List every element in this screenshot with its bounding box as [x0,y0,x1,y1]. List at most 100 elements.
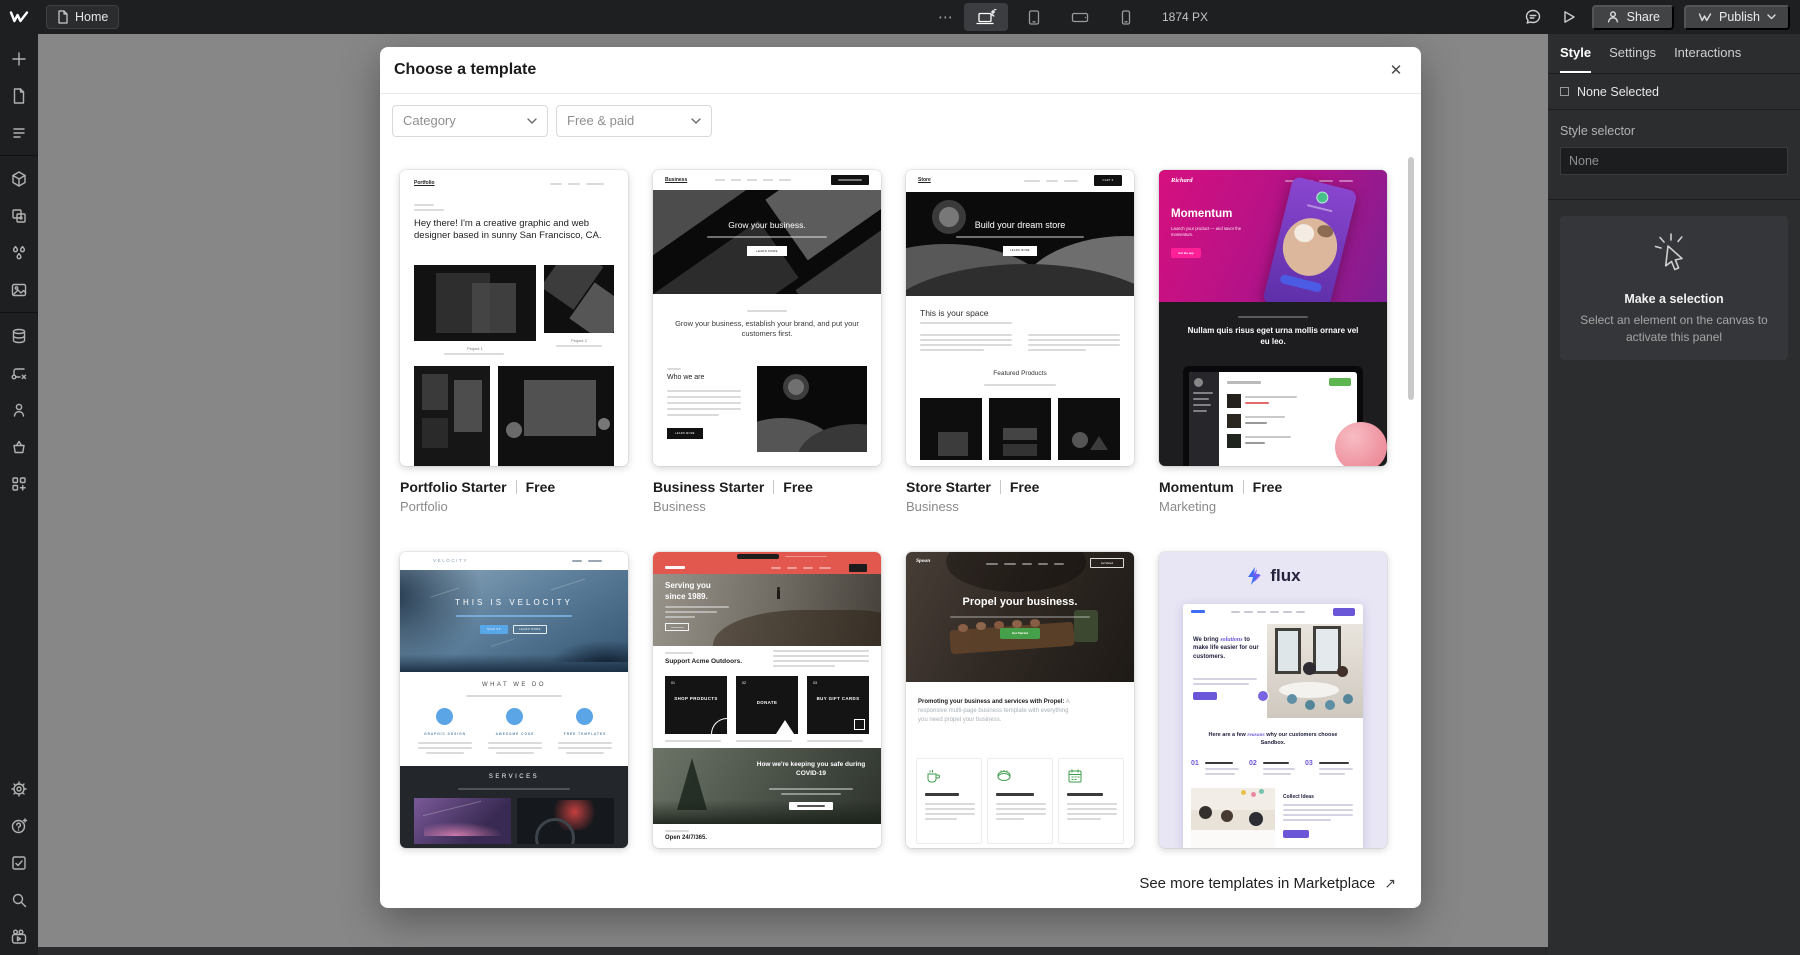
share-button[interactable]: Share [1592,5,1674,30]
tab-interactions[interactable]: Interactions [1674,34,1741,73]
template-category: Business [653,499,881,514]
template-name: Momentum [1159,479,1234,495]
cursor-click-icon [1648,230,1700,282]
variables-icon[interactable] [0,197,38,234]
template-card-business-starter[interactable]: Business Grow your business. LEARN MORE [653,170,881,466]
pages-icon[interactable] [0,77,38,114]
template-cell: Business Grow your business. LEARN MORE [653,170,881,514]
thumb-image [414,265,536,341]
components-icon[interactable] [0,160,38,197]
left-toolbar [0,34,38,955]
search-icon[interactable] [0,881,38,918]
tab-settings[interactable]: Settings [1609,34,1656,73]
thumb-product [920,398,982,460]
logic-icon[interactable] [0,354,38,391]
template-category: Marketing [1159,499,1387,514]
users-icon[interactable] [0,391,38,428]
thumb-workshop-photo [1191,788,1275,848]
thumb-reasons: Here are a few reasons why our customers… [1198,732,1348,748]
thumb-num: 02 [1249,760,1257,767]
apps-icon[interactable] [0,465,38,502]
thumb-learnmore-button: LEARN MORE [513,625,547,634]
thumb-cta-pill [831,175,869,185]
template-label: Store Starter Free [906,479,1134,495]
styles-icon[interactable] [0,234,38,271]
category-dropdown-value: Category [403,113,456,128]
thumb-image [757,366,867,452]
home-label: Home [75,10,108,24]
thumb-tile-label: DONATE [740,700,794,705]
label-divider [516,480,517,494]
modal-scrollbar[interactable] [1408,157,1414,400]
site-settings-icon[interactable] [0,770,38,807]
template-card-velocity[interactable]: VELOCITY THIS IS VELOCITY SIGN UP [400,552,628,848]
thumb-covid-title: How we're keeping you safe during COVID-… [753,760,869,778]
style-selector-input[interactable] [1560,147,1788,175]
thumb-tile-label: BUY GIFT CARDS [811,696,865,703]
thumb-feature-card [916,758,982,844]
webflow-logo-icon[interactable] [0,0,38,34]
price-dropdown[interactable]: Free & paid [556,105,712,137]
preview-icon[interactable] [1556,4,1582,30]
toolbar-divider [0,312,38,313]
help-icon[interactable] [0,807,38,844]
audit-icon[interactable] [0,844,38,881]
category-dropdown[interactable]: Category [392,105,548,137]
breakpoint-phone-landscape-button[interactable] [1060,3,1100,31]
tab-style[interactable]: Style [1560,34,1591,73]
thumb-tile-num: 02 [742,681,746,685]
template-grid: Portfolio Hey there! I'm a creative grap… [380,147,1421,848]
close-icon[interactable]: ✕ [1383,57,1409,83]
ecommerce-icon[interactable] [0,428,38,465]
thumb-feature-icon [576,708,593,725]
thumb-logo-row: flux [1159,566,1387,586]
thumb-support-title: Support Acme Outdoors. [665,658,742,665]
right-panel-tabs: Style Settings Interactions [1548,34,1800,74]
navigator-icon[interactable] [0,114,38,151]
modal-title: Choose a template [394,61,536,79]
template-card-propel[interactable]: Spoon Get Started Propel your business. … [906,552,1134,848]
breakpoint-tablet-button[interactable] [1014,3,1054,31]
none-selected-label: None Selected [1577,85,1659,99]
template-card-store-starter[interactable]: Store CART 0 Build your dream store LEAR… [906,170,1134,466]
thumb-office-photo [1267,624,1363,718]
thumb-feature-label: FREE TEMPLATES [550,732,620,736]
webflow-designer: Home ⋯ 1874 PX [0,0,1800,955]
thumb-services-title: SERVICES [400,774,628,780]
thumb-hero: Build your dream store LEARN MORE [906,192,1134,296]
template-card-flux[interactable]: flux [1159,552,1387,848]
template-name: Store Starter [906,479,991,495]
thumb-hero: Richard Momentum Launch y [1159,170,1387,302]
assets-icon[interactable] [0,271,38,308]
empty-state-card: Make a selection Select an element on th… [1560,216,1788,360]
reasons-em: reasons [1247,732,1264,738]
thumb-caption: Project 2 [544,338,614,343]
breakpoint-desktop-button[interactable] [964,3,1008,31]
template-card-acme-outdoors[interactable]: Serving you since 1989. Support Acme Out… [653,552,881,848]
template-price: Free [1010,479,1040,495]
thumb-product [989,398,1051,460]
marketplace-link[interactable]: See more templates in Marketplace [1139,875,1375,892]
thumb-image [544,265,614,333]
breakpoint-phone-portrait-button[interactable] [1106,3,1146,31]
publish-button[interactable]: Publish [1684,5,1790,30]
thumb-statement: Nullam quis risus eget urna mollis ornar… [1183,326,1363,348]
thumb-headline: We bring solutions to make life easier f… [1193,636,1265,661]
thumb-covid-section: How we're keeping you safe during COVID-… [653,748,881,824]
add-elements-icon[interactable] [0,40,38,77]
thumb-hero: Spoon Get Started Propel your business. … [906,552,1134,682]
thumb-logo: Business [665,177,687,183]
comments-icon[interactable] [1520,4,1546,30]
template-label: Momentum Free [1159,479,1387,495]
template-cell: Serving you since 1989. Support Acme Out… [653,552,881,848]
template-card-momentum[interactable]: Richard Momentum Launch y [1159,170,1387,466]
thumb-logo: Store [918,177,931,183]
thumb-hero: Grow your business. LEARN MORE [653,190,881,294]
cms-icon[interactable] [0,317,38,354]
more-breakpoints-icon[interactable]: ⋯ [938,8,954,26]
topbar-actions: Share Publish [1520,0,1790,34]
template-card-portfolio-starter[interactable]: Portfolio Hey there! I'm a creative grap… [400,170,628,466]
canvas-bottom-edge [38,947,1548,955]
home-button[interactable]: Home [46,5,119,29]
video-tutorials-icon[interactable] [0,918,38,955]
